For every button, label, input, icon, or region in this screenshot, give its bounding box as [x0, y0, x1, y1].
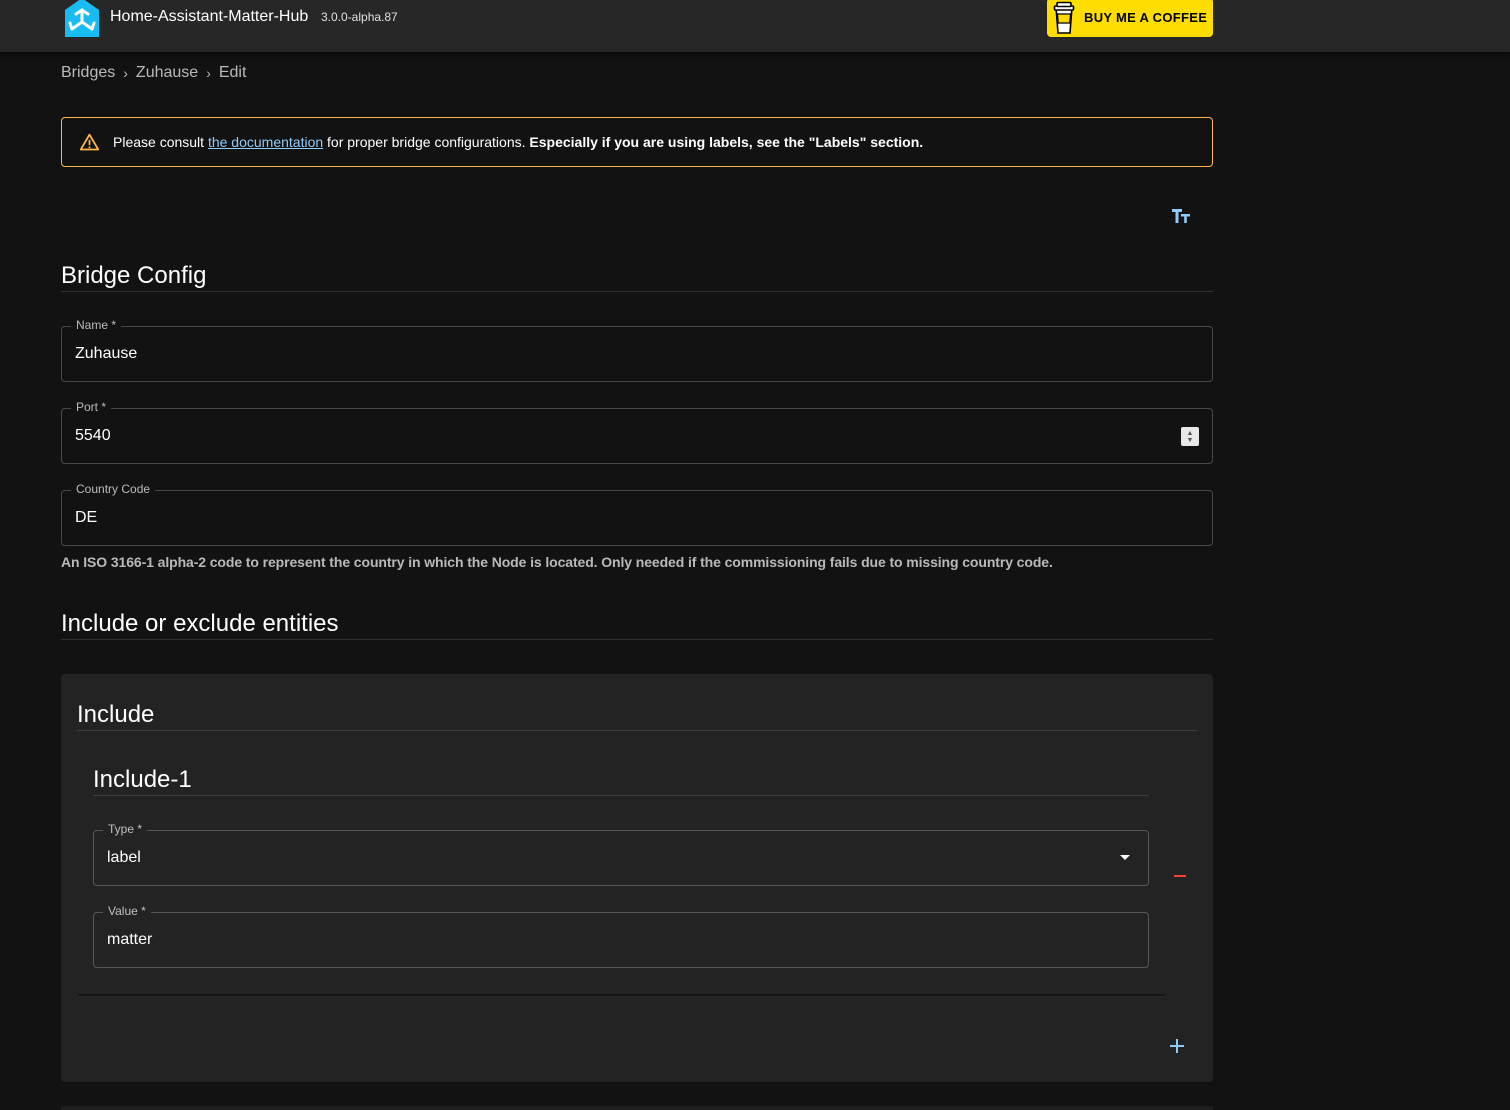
warning-icon	[79, 133, 100, 150]
buy-me-a-coffee-button[interactable]: BUY ME A COFFEE	[1047, 0, 1213, 37]
value-label: Value *	[103, 904, 151, 918]
item-divider	[78, 994, 1165, 996]
breadcrumb-separator: ›	[123, 65, 128, 81]
documentation-link[interactable]: the documentation	[208, 134, 323, 150]
country-code-input[interactable]	[75, 509, 1110, 527]
name-label: Name *	[71, 318, 122, 332]
filter-title: Include or exclude entities	[61, 610, 339, 637]
section-divider	[61, 291, 1213, 292]
add-include-button[interactable]	[1165, 1034, 1189, 1058]
breadcrumb: Bridges › Zuhause › Edit	[61, 64, 246, 82]
include-card: Include Include-1 Type * label Value *	[61, 674, 1213, 1082]
port-label: Port *	[71, 400, 112, 414]
alert-bold-note: Especially if you are using labels, see …	[529, 134, 924, 150]
coffee-button-label: BUY ME A COFFEE	[1084, 10, 1208, 25]
section-divider	[77, 730, 1197, 731]
include-title: Include	[77, 701, 155, 728]
breadcrumb-separator: ›	[206, 65, 211, 81]
documentation-alert: Please consult the documentation for pro…	[61, 117, 1213, 167]
country-code-helper: An ISO 3166-1 alpha-2 code to represent …	[61, 554, 1053, 570]
breadcrumb-edit: Edit	[218, 64, 247, 81]
name-input[interactable]	[75, 345, 1110, 363]
country-code-field[interactable]: Country Code	[61, 482, 1213, 546]
name-field[interactable]: Name *	[61, 318, 1213, 382]
port-field[interactable]: Port * ▲ ▼	[61, 400, 1213, 464]
breadcrumb-bridges[interactable]: Bridges	[61, 64, 115, 82]
type-value[interactable]: label	[107, 849, 1056, 867]
section-divider	[61, 639, 1213, 640]
country-code-label: Country Code	[71, 482, 156, 496]
format-size-icon[interactable]	[1169, 204, 1193, 228]
next-section-edge	[61, 1106, 1213, 1110]
chevron-up-icon[interactable]: ▲	[1187, 430, 1194, 437]
type-select[interactable]: Type * label	[93, 822, 1149, 886]
type-label: Type *	[103, 822, 148, 836]
app-bar: Home-Assistant-Matter-Hub 3.0.0-alpha.87…	[0, 0, 1510, 52]
alert-prefix: Please consult	[113, 134, 208, 150]
app-version: 3.0.0-alpha.87	[321, 10, 398, 24]
value-field[interactable]: Value *	[93, 904, 1149, 968]
coffee-cup-icon	[1053, 1, 1075, 34]
breadcrumb-zuhause[interactable]: Zuhause	[136, 64, 198, 82]
bridge-config-title: Bridge Config	[61, 262, 207, 289]
matter-hub-logo-icon[interactable]	[61, 0, 103, 38]
port-stepper[interactable]: ▲ ▼	[1181, 427, 1199, 446]
section-divider	[93, 795, 1149, 796]
caret-down-icon[interactable]	[1120, 855, 1130, 860]
alert-message: Please consult the documentation for pro…	[113, 134, 923, 150]
port-input[interactable]	[75, 427, 1110, 445]
app-title[interactable]: Home-Assistant-Matter-Hub	[110, 8, 308, 26]
chevron-down-icon[interactable]: ▼	[1187, 437, 1194, 444]
value-input[interactable]	[107, 931, 1056, 949]
include-item-title: Include-1	[93, 766, 192, 793]
remove-include-button[interactable]	[1168, 864, 1192, 888]
alert-middle: for proper bridge configurations.	[323, 134, 530, 150]
